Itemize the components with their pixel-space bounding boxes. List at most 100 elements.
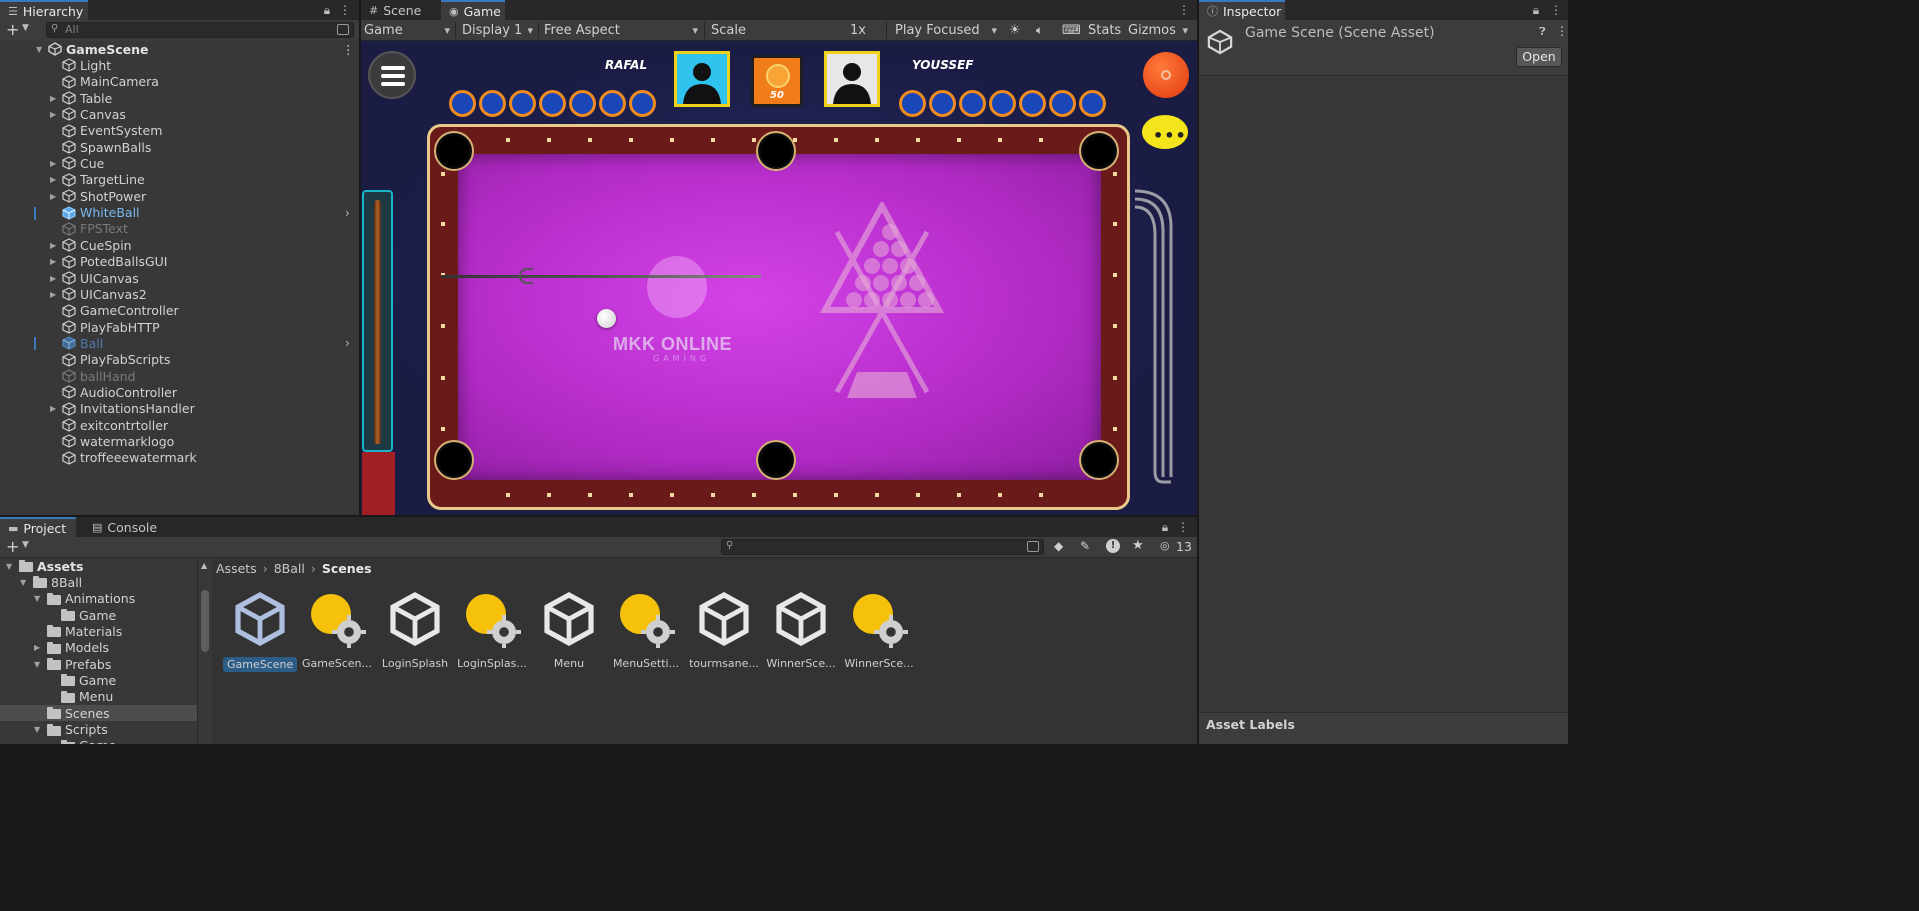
chat-button[interactable]: •••: [1142, 115, 1188, 149]
project-search-input[interactable]: ⚲: [721, 539, 1044, 555]
asset-item[interactable]: MenuSetti...: [609, 590, 683, 670]
hierarchy-item[interactable]: troffeeewatermark: [0, 450, 359, 466]
hierarchy-item[interactable]: SpawnBalls: [0, 139, 359, 155]
hierarchy-item[interactable]: ▶ CueSpin: [0, 237, 359, 253]
expand-arrow-icon[interactable]: ▶: [50, 175, 56, 184]
search-mode-icon[interactable]: [1027, 541, 1039, 552]
hierarchy-item[interactable]: PlayFabHTTP: [0, 319, 359, 335]
favorite-star-icon[interactable]: ★: [1132, 538, 1144, 553]
chevron-right-icon[interactable]: ›: [345, 336, 350, 350]
hierarchy-item[interactable]: GameController: [0, 303, 359, 319]
tree-scrollbar[interactable]: [201, 590, 209, 652]
chevron-down-icon[interactable]: ▼: [22, 23, 29, 33]
expand-arrow-icon[interactable]: ▼: [34, 725, 40, 734]
lock-icon[interactable]: 🔒︎: [320, 0, 334, 20]
filter-type-icon[interactable]: ◆: [1054, 539, 1063, 553]
add-icon[interactable]: +: [6, 20, 19, 39]
expand-arrow-icon[interactable]: ▼: [34, 594, 40, 603]
search-input[interactable]: ⚲ All: [46, 22, 354, 38]
hierarchy-item[interactable]: PlayFabScripts: [0, 352, 359, 368]
hierarchy-item[interactable]: ▶ Cue: [0, 155, 359, 171]
settings-button[interactable]: [1143, 52, 1189, 98]
scene-root[interactable]: ▼ GameScene ⋮: [0, 41, 359, 57]
tab-project[interactable]: ▬ Project: [0, 517, 76, 537]
kebab-menu-icon[interactable]: ⋮: [1177, 0, 1191, 20]
asset-item[interactable]: Menu: [532, 590, 606, 670]
tab-hierarchy[interactable]: ☰ Hierarchy: [0, 0, 88, 20]
settings-menu-icon[interactable]: ⋮: [1556, 24, 1568, 38]
play-mode-dropdown[interactable]: Play Focused: [895, 20, 1003, 41]
search-mode-icon[interactable]: [337, 24, 349, 35]
kebab-menu-icon[interactable]: ⋮: [1176, 517, 1190, 537]
add-icon[interactable]: +: [6, 537, 19, 556]
project-tree-item[interactable]: ▶ Models: [0, 640, 197, 656]
project-tree-item[interactable]: Game: [0, 672, 197, 688]
project-tree-item[interactable]: Materials: [0, 623, 197, 639]
asset-item[interactable]: LoginSplash: [378, 590, 452, 670]
asset-item[interactable]: GameScene: [223, 590, 298, 675]
hierarchy-item[interactable]: ▶ Table: [0, 90, 359, 106]
expand-arrow-icon[interactable]: ▼: [36, 45, 42, 54]
aspect-dropdown[interactable]: Free Aspect: [544, 20, 704, 41]
chevron-down-icon[interactable]: ▼: [22, 540, 29, 550]
hierarchy-item[interactable]: ▶ InvitationsHandler: [0, 401, 359, 417]
expand-arrow-icon[interactable]: ▼: [34, 660, 40, 669]
display-dropdown[interactable]: Display 1: [462, 20, 539, 41]
chevron-right-icon[interactable]: ›: [345, 206, 350, 220]
project-tree-item[interactable]: ▼ Prefabs: [0, 656, 197, 672]
keyboard-icon[interactable]: ⌨: [1062, 20, 1081, 41]
hierarchy-item[interactable]: ▶ ShotPower: [0, 188, 359, 204]
hierarchy-item[interactable]: Ball ›: [0, 335, 359, 351]
project-tree-item[interactable]: ▼ Assets: [0, 558, 197, 574]
hierarchy-item[interactable]: watermarklogo: [0, 433, 359, 449]
help-icon[interactable]: ❓︎: [1539, 25, 1546, 39]
project-tree-item[interactable]: Menu: [0, 689, 197, 705]
hierarchy-item[interactable]: ▶ TargetLine: [0, 172, 359, 188]
menu-button[interactable]: [368, 51, 416, 99]
lock-icon[interactable]: 🔒︎: [1158, 517, 1172, 537]
expand-arrow-icon[interactable]: ▶: [50, 192, 56, 201]
filter-label-icon[interactable]: ✎: [1080, 539, 1090, 553]
expand-arrow-icon[interactable]: ▶: [50, 159, 56, 168]
expand-arrow-icon[interactable]: ▶: [50, 404, 56, 413]
open-button[interactable]: Open: [1516, 47, 1562, 67]
stats-button[interactable]: Stats: [1088, 20, 1121, 41]
tab-game[interactable]: ◉ Game: [441, 0, 505, 20]
project-tree-item[interactable]: Game: [0, 607, 197, 623]
project-tree-item[interactable]: Game: [0, 738, 197, 744]
expand-arrow-icon[interactable]: ▶: [50, 290, 56, 299]
kebab-menu-icon[interactable]: ⋮: [338, 0, 352, 20]
project-tree-item[interactable]: ▼ Scripts: [0, 722, 197, 738]
expand-arrow-icon[interactable]: ▶: [50, 257, 56, 266]
hierarchy-item[interactable]: WhiteBall ›: [0, 205, 359, 221]
breadcrumb-8ball[interactable]: 8Ball: [274, 561, 305, 576]
hierarchy-item[interactable]: ▶ Canvas: [0, 106, 359, 122]
hierarchy-item[interactable]: ▶ PotedBallsGUI: [0, 254, 359, 270]
project-tree-item[interactable]: Scenes: [0, 705, 197, 722]
tab-scene[interactable]: # Scene: [361, 0, 441, 20]
hierarchy-item[interactable]: EventSystem: [0, 123, 359, 139]
hierarchy-item[interactable]: Light: [0, 57, 359, 73]
tree-scroll-up-icon[interactable]: ▲: [201, 561, 207, 570]
game-mode-dropdown[interactable]: Game: [364, 20, 456, 41]
project-tree-item[interactable]: ▼ 8Ball: [0, 574, 197, 590]
expand-arrow-icon[interactable]: ▼: [6, 562, 12, 571]
expand-arrow-icon[interactable]: ▶: [50, 241, 56, 250]
lock-icon[interactable]: 🔒︎: [1529, 0, 1543, 20]
asset-item[interactable]: tourmsane...: [687, 590, 761, 670]
hidden-eye-icon[interactable]: ◎: [1160, 539, 1170, 552]
shot-power-bar[interactable]: [362, 190, 393, 452]
asset-item[interactable]: WinnerSce...: [842, 590, 916, 670]
tab-console[interactable]: ▤ Console: [84, 517, 164, 537]
cue-stick[interactable]: [441, 275, 761, 278]
tab-inspector[interactable]: ⓘ Inspector: [1199, 0, 1285, 20]
scene-menu-icon[interactable]: ⋮: [342, 42, 355, 57]
bug-icon[interactable]: ☀: [1009, 20, 1021, 41]
hierarchy-item[interactable]: MainCamera: [0, 74, 359, 90]
breadcrumb-assets[interactable]: Assets: [216, 561, 257, 576]
gizmos-dropdown[interactable]: Gizmos: [1128, 20, 1194, 41]
hierarchy-item[interactable]: ▶ UICanvas: [0, 270, 359, 286]
hierarchy-item[interactable]: FPSText: [0, 221, 359, 237]
hierarchy-item[interactable]: ▶ UICanvas2: [0, 286, 359, 302]
asset-item[interactable]: LoginSplas...: [455, 590, 529, 670]
